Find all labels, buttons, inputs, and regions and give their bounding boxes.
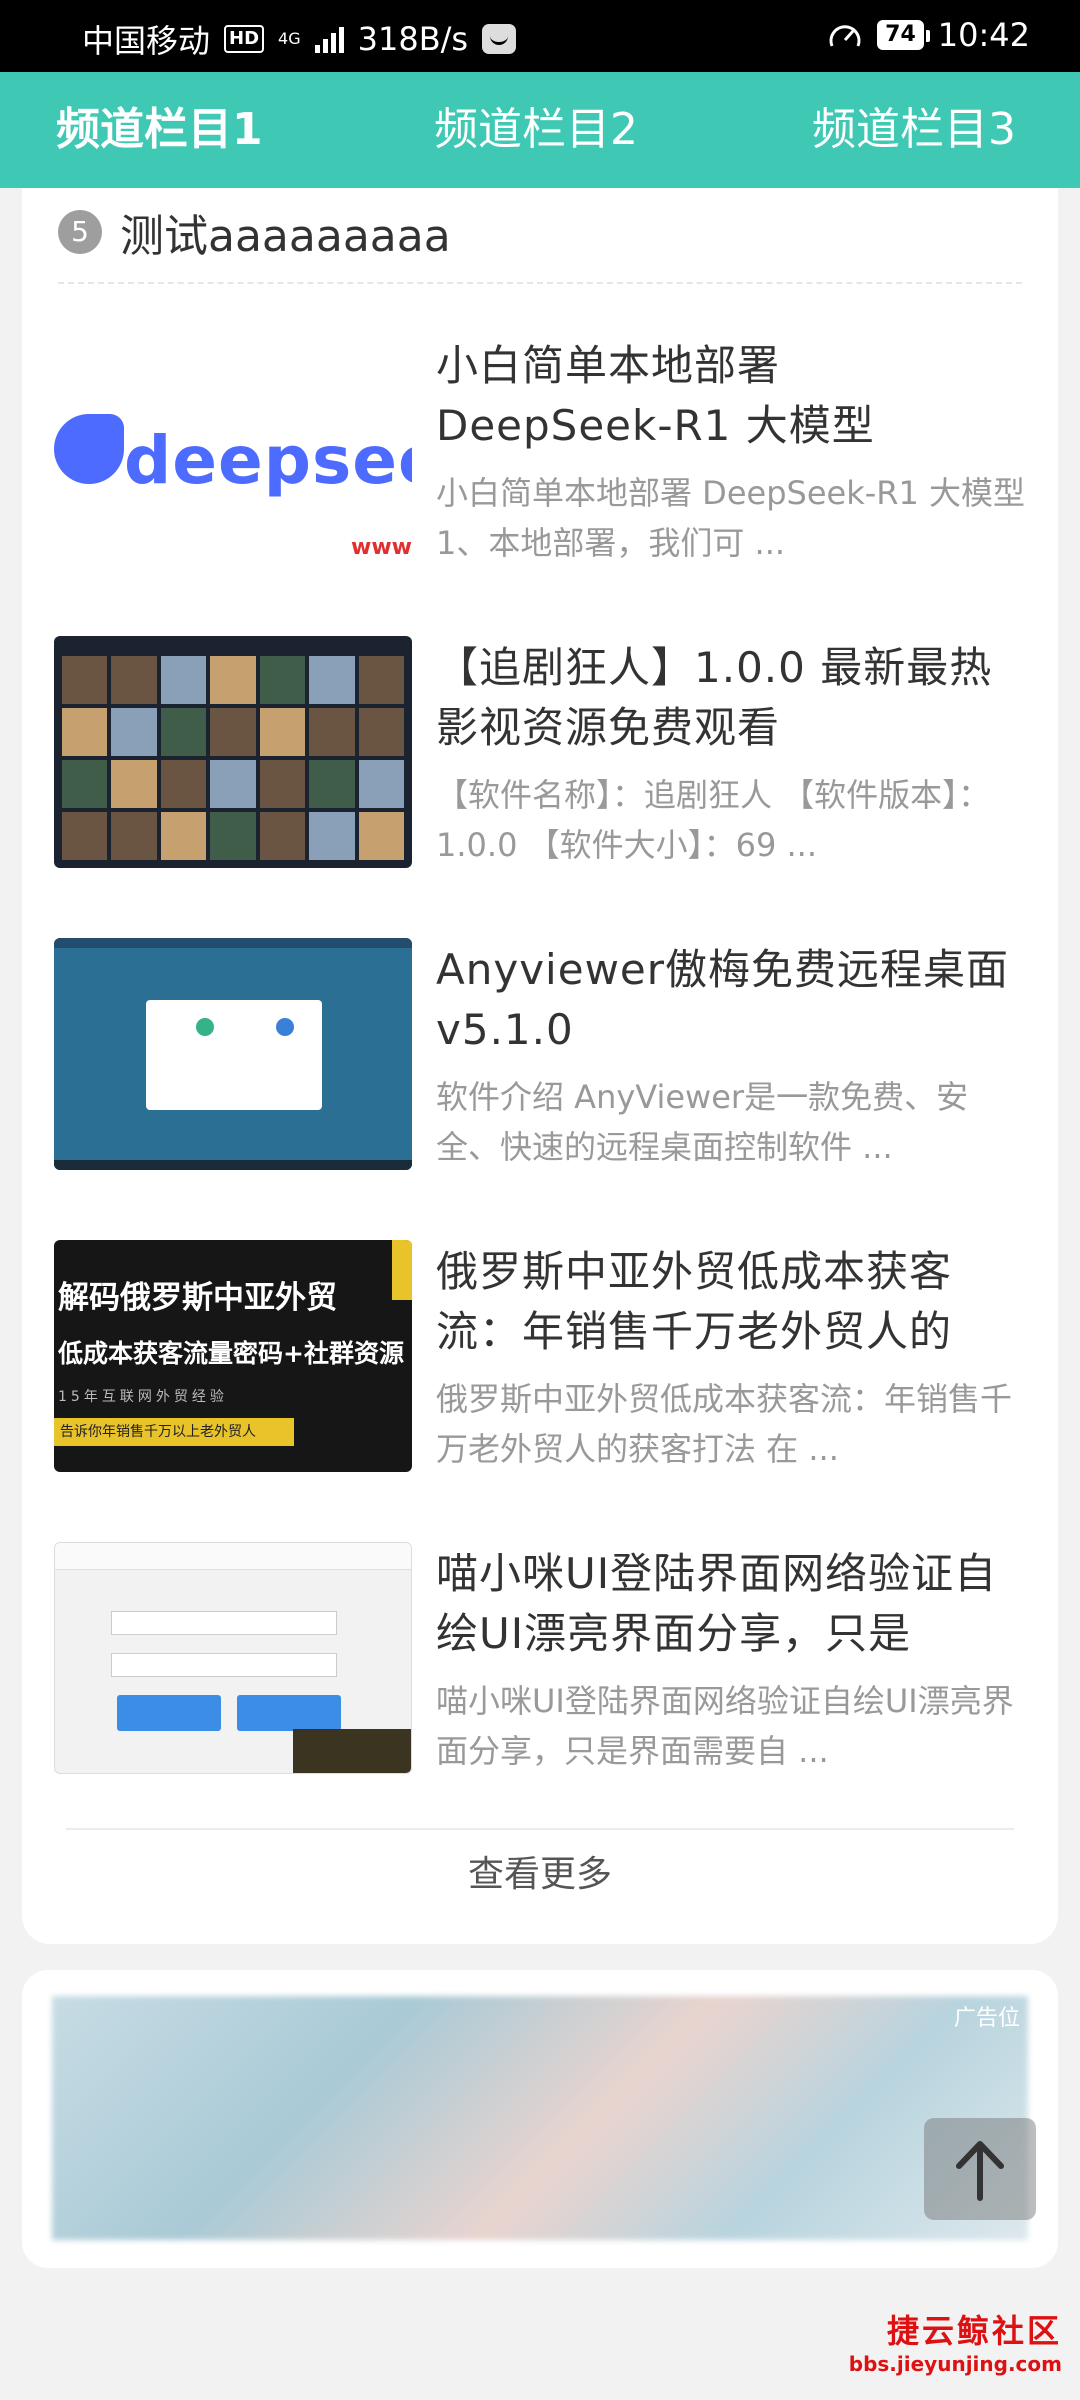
- thumbnail-headline: 解码俄罗斯中亚外贸: [58, 1280, 337, 1316]
- article-list-card: 5 测试aaaaaaaaa deepsee www 小白简单本地部署 DeepS…: [22, 188, 1058, 1944]
- article-item[interactable]: 解码俄罗斯中亚外贸 低成本获客流量密码+社群资源 15年互联网外贸经验 告诉你年…: [54, 1240, 1026, 1472]
- app-notification-icon: [482, 24, 517, 54]
- dashed-divider: [58, 282, 1022, 284]
- article-item[interactable]: 喵小咪UI登陆界面网络验证自绘UI漂亮界面分享，只是 喵小咪UI登陆界面网络验证…: [54, 1542, 1026, 1774]
- article-title: 【追剧狂人】1.0.0 最新最热影视资源免费观看: [436, 643, 993, 752]
- article-thumbnail: [54, 1542, 412, 1774]
- ad-label: 广告位: [953, 2006, 1020, 2031]
- article-thumbnail: 解码俄罗斯中亚外贸 低成本获客流量密码+社群资源 15年互联网外贸经验 告诉你年…: [54, 1240, 412, 1472]
- article-summary: 喵小咪UI登陆界面网络验证自绘UI漂亮界面分享，只是界面需要自 ...: [436, 1682, 1014, 1770]
- thumbnail-caption: 15年互联网外贸经验: [58, 1389, 228, 1405]
- thumbnail-banner: 告诉你年销售千万以上老外贸人: [54, 1418, 294, 1446]
- article-title: 喵小咪UI登陆界面网络验证自绘UI漂亮界面分享，只是: [436, 1549, 998, 1658]
- clock: 10:42: [937, 16, 1030, 54]
- thumbnail-mark: www: [351, 535, 412, 560]
- article-title: 俄罗斯中亚外贸低成本获客流：年销售千万老外贸人的: [436, 1247, 953, 1356]
- watermark-url: bbs.jieyunjing.com: [848, 2352, 1062, 2376]
- article-summary: 软件介绍 AnyViewer是一款免费、安全、快速的远程桌面控制软件 ...: [436, 1078, 969, 1166]
- article-thumbnail: deepsee www: [54, 334, 412, 566]
- speed-dial-icon: [829, 25, 861, 47]
- article-item[interactable]: Anyviewer傲梅免费远程桌面v5.1.0 软件介绍 AnyViewer是一…: [54, 938, 1026, 1170]
- site-watermark: 捷云鲸社区 bbs.jieyunjing.com: [849, 2306, 1062, 2376]
- article-thumbnail: [54, 938, 412, 1170]
- tab-channel-1[interactable]: 频道栏目1: [56, 100, 263, 160]
- ranked-item-title: 测试aaaaaaaaa: [120, 211, 451, 262]
- battery-icon: 74: [877, 20, 930, 50]
- network-speed: 318B/s: [357, 20, 469, 58]
- thumbnail-text: deepsee: [124, 422, 412, 499]
- watermark-name: 捷云鲸社区: [886, 2312, 1062, 2350]
- status-left: 中国移动 HD 4G 318B/s: [82, 16, 517, 62]
- desktop-window-image: [146, 1000, 322, 1110]
- article-title: Anyviewer傲梅免费远程桌面v5.1.0: [436, 945, 1010, 1054]
- thumbnail-subline: 低成本获客流量密码+社群资源: [58, 1339, 404, 1368]
- article-item[interactable]: 【追剧狂人】1.0.0 最新最热影视资源免费观看 【软件名称】：追剧狂人 【软件…: [54, 636, 1026, 868]
- article-summary: 俄罗斯中亚外贸低成本获客流：年销售千万老外贸人的获客打法 在 ...: [436, 1380, 1013, 1468]
- hd-badge: HD: [224, 25, 265, 53]
- ad-card: 广告位: [22, 1970, 1058, 2268]
- view-more-button[interactable]: 查看更多: [22, 1850, 1058, 1900]
- back-to-top-button[interactable]: [924, 2118, 1036, 2220]
- carrier-label: 中国移动: [82, 22, 211, 60]
- whale-logo-icon: [54, 414, 124, 484]
- article-summary: 小白简单本地部署 DeepSeek-R1 大模型 1、本地部署，我们可 ...: [436, 474, 1026, 562]
- signal-icon: [314, 25, 344, 53]
- status-right: 74 10:42: [827, 16, 1030, 54]
- article-title: 小白简单本地部署 DeepSeek-R1 大模型: [436, 341, 875, 450]
- arrow-up-icon: [956, 2141, 1004, 2201]
- status-bar: 中国移动 HD 4G 318B/s 74 10:42: [0, 0, 1080, 72]
- ad-banner-image[interactable]: [52, 1996, 1028, 2240]
- tab-channel-2[interactable]: 频道栏目2: [434, 100, 638, 160]
- rank-badge: 5: [58, 210, 102, 254]
- article-thumbnail: [54, 636, 412, 868]
- article-summary: 【软件名称】：追剧狂人 【软件版本】：1.0.0 【软件大小】：69 ...: [436, 776, 991, 864]
- ranked-item[interactable]: 5 测试aaaaaaaaa: [58, 200, 451, 264]
- network-type: 4G: [278, 29, 301, 48]
- channel-tab-bar: 频道栏目1 频道栏目2 频道栏目3: [0, 72, 1080, 188]
- article-item[interactable]: deepsee www 小白简单本地部署 DeepSeek-R1 大模型 小白简…: [54, 334, 1026, 566]
- tab-channel-3[interactable]: 频道栏目3: [812, 100, 1016, 160]
- divider: [66, 1828, 1014, 1830]
